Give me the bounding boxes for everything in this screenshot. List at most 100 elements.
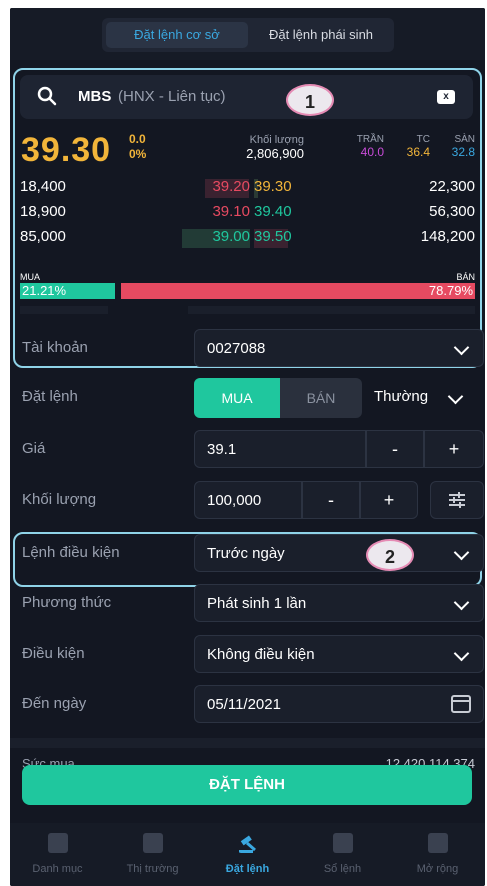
divider — [20, 306, 475, 314]
nav-label: Thị trường — [126, 863, 179, 875]
ceiling-label: TRẦN — [356, 134, 384, 145]
volume-label: Khối lượng — [249, 134, 304, 146]
settings-sliders-icon[interactable] — [430, 481, 484, 519]
floor-value: 32.8 — [451, 145, 475, 159]
grid-icon — [428, 833, 448, 853]
ask-volume: 56,300 — [429, 203, 475, 220]
volume-value: 2,806,900 — [246, 146, 304, 161]
sell-button[interactable]: BÁN — [280, 378, 362, 418]
orderbook-row: 18,400 39.20 39.30 22,300 — [20, 178, 475, 200]
bid-price[interactable]: 39.20 — [212, 178, 250, 195]
method-select[interactable]: Phát sinh 1 lần — [194, 584, 484, 622]
search-icon — [37, 86, 57, 106]
ask-price[interactable]: 39.30 — [254, 178, 292, 195]
condition-value: Không điều kiện — [207, 646, 315, 663]
volume-block: Khối lượng 2,806,900 — [232, 134, 304, 161]
chevron-down-icon — [453, 544, 470, 561]
condition-select[interactable]: Không điều kiện — [194, 635, 484, 673]
tab-spot-order[interactable]: Đặt lệnh cơ sở — [106, 22, 248, 48]
clear-icon[interactable]: x — [437, 90, 455, 104]
price-row: Giá 39.1 - + — [22, 430, 484, 470]
buy-ratio-label: MUA — [20, 272, 40, 282]
floor-label: SÀN — [454, 134, 475, 145]
order-side-row: Đặt lệnh MUA BÁN Thường — [22, 378, 477, 418]
divider — [10, 738, 485, 748]
nav-item-order-book[interactable]: Sổ lệnh — [295, 823, 390, 886]
chevron-down-icon — [453, 645, 470, 662]
ask-volume: 148,200 — [420, 228, 475, 245]
order-type-segment: Đặt lệnh cơ sở Đặt lệnh phái sinh — [102, 18, 394, 52]
chevron-down-icon — [453, 339, 470, 356]
conditional-order-value: Trước ngày — [207, 545, 285, 562]
symbol-exchange: (HNX - Liên tục) — [118, 88, 226, 105]
callout-marker-1: 1 — [286, 84, 334, 116]
bid-volume: 18,400 — [20, 178, 66, 195]
document-icon — [333, 833, 353, 853]
bid-price[interactable]: 39.10 — [212, 203, 250, 220]
tab-derivative-order[interactable]: Đặt lệnh phái sinh — [252, 22, 390, 48]
gavel-icon — [239, 835, 256, 853]
price-change: 0.0 0% — [129, 132, 146, 162]
callout-marker-2: 2 — [366, 539, 414, 571]
account-label: Tài khoản — [22, 339, 88, 356]
ceiling-block: TRẦN 40.0 — [344, 134, 384, 159]
ask-price[interactable]: 39.50 — [254, 228, 292, 245]
method-label: Phương thức — [22, 594, 112, 611]
price-input[interactable]: 39.1 — [194, 430, 366, 468]
chevron-down-icon[interactable] — [447, 388, 464, 405]
app-screen: Đặt lệnh cơ sở Đặt lệnh phái sinh MBS (H… — [10, 8, 485, 886]
price-decrease-button[interactable]: - — [366, 430, 424, 468]
account-select[interactable]: 0027088 — [194, 329, 484, 367]
account-value: 0027088 — [207, 340, 266, 357]
to-date-value: 05/11/2021 — [207, 696, 281, 713]
ask-price[interactable]: 39.40 — [254, 203, 292, 220]
nav-label: Đặt lệnh — [225, 863, 270, 875]
nav-item-market[interactable]: Thị trường — [105, 823, 200, 886]
price-increase-button[interactable]: + — [424, 430, 484, 468]
bid-price[interactable]: 39.00 — [212, 228, 250, 245]
to-date-label: Đến ngày — [22, 695, 87, 712]
conditional-order-select[interactable]: Trước ngày — [194, 534, 484, 572]
method-value: Phát sinh 1 lần — [207, 595, 307, 612]
place-order-button[interactable]: ĐẶT LỆNH — [22, 765, 472, 805]
chevron-down-icon — [453, 594, 470, 611]
buy-button[interactable]: MUA — [194, 378, 280, 418]
calendar-icon[interactable] — [451, 695, 471, 713]
nav-label: Danh mục — [32, 863, 83, 875]
symbol-search[interactable]: MBS (HNX - Liên tục) x — [20, 75, 473, 119]
reference-block: TC 36.4 — [396, 134, 430, 159]
quantity-input[interactable]: 100,000 — [194, 481, 302, 519]
ask-volume: 22,300 — [429, 178, 475, 195]
orderbook-row: 85,000 39.00 39.50 148,200 — [20, 228, 475, 250]
floor-block: SÀN 32.8 — [440, 134, 475, 159]
price-value: 39.1 — [207, 441, 237, 458]
to-date-input[interactable]: 05/11/2021 — [194, 685, 484, 723]
nav-item-portfolio[interactable]: Danh mục — [10, 823, 105, 886]
ceiling-value: 40.0 — [360, 145, 384, 159]
bid-volume: 85,000 — [20, 228, 66, 245]
buy-sell-ratio-bar: 21.21% 78.79% — [20, 283, 475, 299]
nav-label: Sổ lệnh — [323, 863, 362, 875]
quantity-decrease-button[interactable]: - — [302, 481, 360, 519]
condition-label: Điều kiện — [22, 645, 85, 662]
price-label: Giá — [22, 440, 46, 457]
symbol-code: MBS — [78, 88, 112, 105]
condition-row: Điều kiện Không điều kiện — [22, 635, 484, 675]
buy-ratio-fill: 21.21% — [20, 283, 115, 299]
change-value: 0.0 — [129, 132, 146, 146]
change-percent: 0% — [129, 147, 147, 161]
current-price: 39.30 — [21, 131, 112, 169]
order-type-select[interactable]: Thường — [374, 388, 428, 405]
sell-ratio-fill: 78.79% — [121, 283, 475, 299]
top-bar: Đặt lệnh cơ sở Đặt lệnh phái sinh — [10, 8, 485, 60]
method-row: Phương thức Phát sinh 1 lần — [22, 584, 484, 624]
sell-ratio-label: BÁN — [456, 272, 475, 282]
reference-label: TC — [416, 134, 430, 145]
nav-item-order[interactable]: Đặt lệnh — [200, 823, 295, 886]
account-row: Tài khoản 0027088 — [22, 329, 484, 369]
chart-icon — [143, 833, 163, 853]
nav-item-more[interactable]: Mở rộng — [390, 823, 485, 886]
orderbook-row: 18,900 39.10 39.40 56,300 — [20, 203, 475, 225]
quantity-increase-button[interactable]: + — [360, 481, 418, 519]
reference-value: 36.4 — [406, 145, 430, 159]
